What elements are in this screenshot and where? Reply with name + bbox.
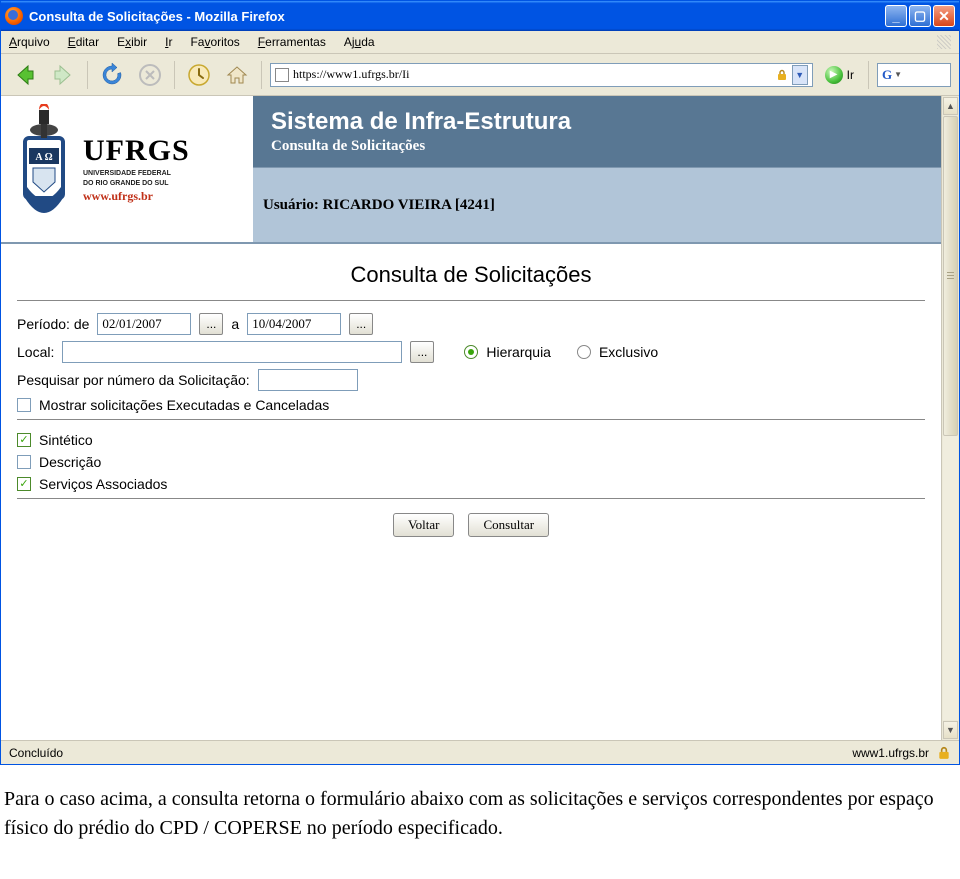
close-button[interactable]: ✕ xyxy=(933,5,955,27)
address-bar[interactable]: ▼ xyxy=(270,63,813,87)
date-to-input[interactable] xyxy=(247,313,341,335)
history-button[interactable] xyxy=(183,59,215,91)
date-to-picker-button[interactable]: ... xyxy=(349,313,373,335)
search-num-input[interactable] xyxy=(258,369,358,391)
reload-button[interactable] xyxy=(96,59,128,91)
period-label: Período: de xyxy=(17,316,89,332)
statusbar: Concluído www1.ufrgs.br xyxy=(1,740,959,764)
descricao-label: Descrição xyxy=(39,454,101,470)
user-bar: Usuário: RICARDO VIEIRA [4241] xyxy=(253,167,941,242)
system-title-bar: Sistema de Infra-Estrutura Consulta de S… xyxy=(253,96,941,167)
toolbar-grip-icon xyxy=(937,35,951,49)
go-button[interactable]: ▶ Ir xyxy=(819,66,860,84)
period-a: a xyxy=(231,316,239,332)
page-icon xyxy=(275,68,289,82)
consultar-button[interactable]: Consultar xyxy=(468,513,549,537)
ufrgs-shield-icon: A Ω xyxy=(15,104,73,234)
search-engine-icon: G xyxy=(882,67,892,83)
show-exec-checkbox[interactable]: ✓ xyxy=(17,398,31,412)
menu-ferramentas[interactable]: Ferramentas xyxy=(258,35,326,49)
hierarquia-label: Hierarquia xyxy=(486,344,551,360)
date-from-input[interactable] xyxy=(97,313,191,335)
page-title: Consulta de Solicitações xyxy=(17,256,925,296)
system-title: Sistema de Infra-Estrutura xyxy=(271,108,923,136)
scroll-down-button[interactable]: ▼ xyxy=(943,721,958,739)
voltar-button[interactable]: Voltar xyxy=(393,513,455,537)
menu-arquivo[interactable]: Arquivo xyxy=(9,35,50,49)
site-header: A Ω UFRGS UNIVERSIDADE FEDERAL DO RIO GR… xyxy=(1,96,941,244)
status-domain: www1.ufrgs.br xyxy=(852,746,929,760)
window-title: Consulta de Solicitações - Mozilla Firef… xyxy=(29,9,885,24)
back-button[interactable] xyxy=(9,59,41,91)
scroll-up-button[interactable]: ▲ xyxy=(943,97,958,115)
minimize-button[interactable]: _ xyxy=(885,5,907,27)
scroll-thumb[interactable] xyxy=(943,116,958,436)
servicos-checkbox[interactable]: ✓ xyxy=(17,477,31,491)
page-content: A Ω UFRGS UNIVERSIDADE FEDERAL DO RIO GR… xyxy=(1,96,941,740)
firefox-icon xyxy=(5,7,23,25)
scroll-track[interactable] xyxy=(943,116,958,720)
navigation-toolbar: ▼ ▶ Ir G ▼ xyxy=(1,54,959,96)
local-label: Local: xyxy=(17,344,54,360)
status-text: Concluído xyxy=(9,746,63,760)
address-input[interactable] xyxy=(293,67,772,82)
go-label: Ir xyxy=(847,68,854,82)
exclusivo-label: Exclusivo xyxy=(599,344,658,360)
descricao-checkbox[interactable]: ✓ xyxy=(17,455,31,469)
sintetico-checkbox[interactable]: ✓ xyxy=(17,433,31,447)
browser-window: Consulta de Solicitações - Mozilla Firef… xyxy=(0,0,960,765)
divider-2 xyxy=(17,419,925,420)
date-from-picker-button[interactable]: ... xyxy=(199,313,223,335)
stop-button[interactable] xyxy=(134,59,166,91)
forward-button[interactable] xyxy=(47,59,79,91)
servicos-label: Serviços Associados xyxy=(39,476,167,492)
logo-text: UFRGS xyxy=(83,134,190,168)
show-exec-label: Mostrar solicitações Executadas e Cancel… xyxy=(39,397,329,413)
vertical-scrollbar[interactable]: ▲ ▼ xyxy=(941,96,959,740)
menu-exibir[interactable]: Exibir xyxy=(117,35,147,49)
status-lock-icon xyxy=(937,746,951,760)
divider xyxy=(17,300,925,301)
logo-url: www.ufrgs.br xyxy=(83,189,190,204)
titlebar: Consulta de Solicitações - Mozilla Firef… xyxy=(1,1,959,31)
search-engine-dropdown-icon[interactable]: ▼ xyxy=(894,70,902,79)
lock-icon xyxy=(776,69,788,81)
menubar: Arquivo Editar Exibir Ir Favoritos Ferra… xyxy=(1,31,959,54)
system-subtitle: Consulta de Solicitações xyxy=(271,136,923,155)
maximize-button[interactable]: ▢ xyxy=(909,5,931,27)
menu-arquivo-label: rquivo xyxy=(17,35,50,49)
home-button[interactable] xyxy=(221,59,253,91)
exclusivo-radio[interactable] xyxy=(577,345,591,359)
svg-text:A Ω: A Ω xyxy=(35,152,52,163)
go-icon: ▶ xyxy=(825,66,843,84)
menu-ir[interactable]: Ir xyxy=(165,35,172,49)
local-picker-button[interactable]: ... xyxy=(410,341,434,363)
address-dropdown-button[interactable]: ▼ xyxy=(792,65,808,85)
search-box[interactable]: G ▼ xyxy=(877,63,951,87)
search-num-label: Pesquisar por número da Solicitação: xyxy=(17,372,250,388)
divider-3 xyxy=(17,498,925,499)
menu-editar[interactable]: Editar xyxy=(68,35,99,49)
logo-area: A Ω UFRGS UNIVERSIDADE FEDERAL DO RIO GR… xyxy=(1,96,253,242)
caption-text: Para o caso acima, a consulta retorna o … xyxy=(0,765,960,853)
hierarquia-radio[interactable] xyxy=(464,345,478,359)
menu-ajuda[interactable]: Ajuda xyxy=(344,35,375,49)
menu-favoritos[interactable]: Favoritos xyxy=(190,35,239,49)
logo-subtitle-2: DO RIO GRANDE DO SUL xyxy=(83,180,190,188)
logo-subtitle-1: UNIVERSIDADE FEDERAL xyxy=(83,170,190,178)
local-input[interactable] xyxy=(62,341,402,363)
user-label: Usuário: RICARDO VIEIRA [4241] xyxy=(263,197,495,214)
sintetico-label: Sintético xyxy=(39,432,93,448)
